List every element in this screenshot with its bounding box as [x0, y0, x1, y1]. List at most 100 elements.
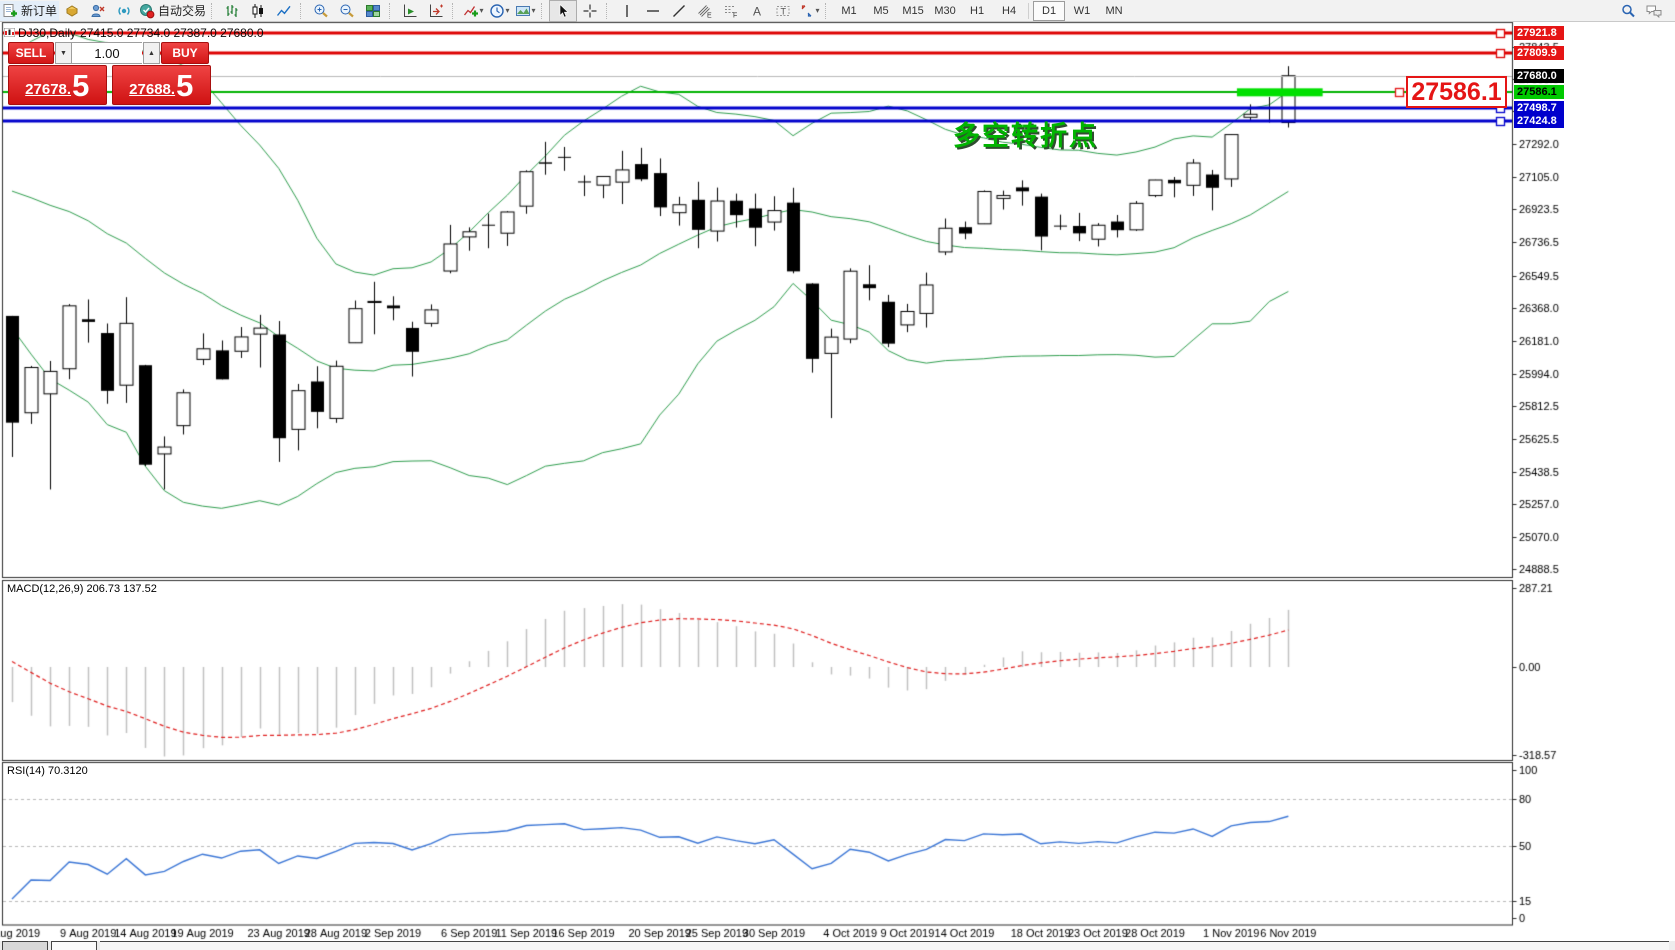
chart-tab[interactable]: [2, 941, 48, 950]
price-tag-box: 27586.1: [1406, 76, 1507, 108]
channel-button[interactable]: E: [692, 1, 718, 21]
vertical-line-button[interactable]: [614, 1, 640, 21]
chart-tabs-area[interactable]: [100, 941, 1669, 950]
auto-scroll-button[interactable]: [397, 1, 423, 21]
zoom-out-icon: [339, 3, 355, 19]
axis-price-label: 27498.7: [1514, 101, 1564, 115]
chart-ohlc-values: 27415.0 27734.0 27387.0 27680.0: [80, 26, 264, 40]
text-label-button[interactable]: T: [770, 1, 796, 21]
signals-button[interactable]: [111, 1, 137, 21]
tf-m5-button[interactable]: M5: [866, 2, 896, 20]
sell-price-button[interactable]: 27678.5: [8, 65, 107, 105]
chart-shift-button[interactable]: [423, 1, 449, 21]
market-watch-button[interactable]: [59, 1, 85, 21]
arrows-button[interactable]: ▾: [796, 1, 822, 21]
buy-price-pips: 5: [176, 71, 193, 101]
search-icon: [1620, 3, 1636, 19]
line-chart-button[interactable]: [271, 1, 297, 21]
chevron-down-icon: ▾: [480, 6, 484, 15]
chat-button[interactable]: [1641, 1, 1667, 21]
tf-m30-button[interactable]: M30: [930, 2, 960, 20]
buy-button[interactable]: BUY: [161, 42, 209, 64]
fibonacci-button[interactable]: F: [718, 1, 744, 21]
autotrade-label: 自动交易: [158, 2, 206, 19]
axis-price-label: 27424.8: [1514, 114, 1564, 128]
indicators-icon: [463, 3, 479, 19]
volume-down-button[interactable]: ▼: [55, 42, 72, 64]
volume-up-button[interactable]: ▲: [143, 42, 160, 64]
new-order-button[interactable]: 新订单: [0, 1, 59, 21]
horizontal-line-icon: [645, 3, 661, 19]
crosshair-button[interactable]: [577, 1, 603, 21]
toolbar-grip: [452, 3, 457, 19]
autotrade-icon: [139, 3, 155, 19]
chevron-down-icon: ▾: [506, 6, 510, 15]
zoom-out-button[interactable]: [334, 1, 360, 21]
trendline-button[interactable]: [666, 1, 692, 21]
triangle-up-icon: ▲: [148, 50, 155, 57]
axis-price-label: 27586.1: [1514, 85, 1564, 99]
candlestick-chart-icon: [250, 3, 266, 19]
svg-text:T: T: [781, 6, 787, 16]
line-chart-icon: [276, 3, 292, 19]
chart-symbol-period: DJ30,Daily: [18, 26, 76, 40]
cursor-icon: [555, 3, 571, 19]
tile-windows-button[interactable]: [360, 1, 386, 21]
zoom-in-button[interactable]: [308, 1, 334, 21]
tile-windows-icon: [365, 3, 381, 19]
tf-mn-button[interactable]: MN: [1099, 2, 1129, 20]
horizontal-line-button[interactable]: [640, 1, 666, 21]
periods-button[interactable]: ▾: [486, 1, 512, 21]
text-label-icon: T: [775, 3, 791, 19]
toolbar-grip: [389, 3, 394, 19]
sell-button[interactable]: SELL: [8, 42, 54, 64]
chart-annotation-text: 多空转折点: [953, 114, 1098, 153]
tf-w1-button[interactable]: W1: [1067, 2, 1097, 20]
templates-button[interactable]: ▾: [512, 1, 538, 21]
person-chart-icon: [90, 3, 106, 19]
text-button[interactable]: A: [744, 1, 770, 21]
toolbar: 新订单 自动交易 ▾ ▾ ▾ E F A T ▾: [0, 0, 1675, 22]
volume-input[interactable]: 1.00: [72, 42, 142, 64]
signal-icon: [116, 3, 132, 19]
buy-price-main: 27688.: [129, 79, 175, 101]
axis-price-label: 27921.8: [1514, 26, 1564, 40]
cursor-button[interactable]: [549, 0, 577, 22]
navigator-button[interactable]: [85, 1, 111, 21]
fibonacci-icon: F: [723, 3, 739, 19]
toolbar-grip: [300, 3, 305, 19]
toolbar-grip: [825, 3, 830, 19]
toolbar-grip: [606, 3, 611, 19]
tf-h4-button[interactable]: H4: [994, 2, 1024, 20]
toolbar-grip: [541, 3, 546, 19]
candlestick-chart-button[interactable]: [245, 1, 271, 21]
new-order-icon: [2, 3, 18, 19]
gold-box-icon: [64, 3, 80, 19]
tf-d1-button[interactable]: D1: [1033, 1, 1065, 21]
chevron-down-icon: ▾: [532, 6, 536, 15]
macd-label: MACD(12,26,9) 206.73 137.52: [7, 583, 157, 595]
chart-window-icon: [4, 28, 15, 37]
chart-tabs-bar: [0, 941, 1675, 950]
tf-m1-button[interactable]: M1: [834, 2, 864, 20]
indicators-button[interactable]: ▾: [460, 1, 486, 21]
sell-price-pips: 5: [72, 71, 89, 101]
template-icon: [515, 3, 531, 19]
tf-m15-button[interactable]: M15: [898, 2, 928, 20]
bar-chart-button[interactable]: [219, 1, 245, 21]
buy-price-button[interactable]: 27688.5: [112, 65, 212, 105]
chat-icon: [1645, 3, 1663, 19]
svg-text:A: A: [753, 4, 761, 18]
bar-chart-icon: [224, 3, 240, 19]
one-click-trading-panel: SELL ▼ 1.00 ▲ BUY 27678.5 27688.5: [8, 42, 211, 106]
arrows-icon: [799, 3, 815, 19]
search-button[interactable]: [1615, 1, 1641, 21]
chart-shift-icon: [428, 3, 444, 19]
tf-h1-button[interactable]: H1: [962, 2, 992, 20]
autotrade-button[interactable]: 自动交易: [137, 1, 208, 21]
clock-icon: [489, 3, 505, 19]
chart-tab[interactable]: [51, 941, 97, 950]
toolbar-separator: [1028, 3, 1029, 19]
chart-canvas[interactable]: [0, 0, 1675, 950]
new-order-label: 新订单: [21, 2, 57, 19]
